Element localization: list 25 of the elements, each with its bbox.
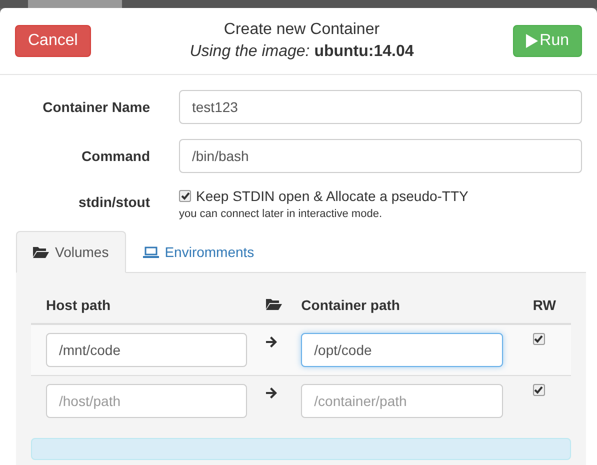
text-field[interactable]: /opt/code (301, 333, 503, 367)
text-field[interactable]: test123 (179, 90, 582, 124)
field-label: stdin/stout (77, 194, 150, 210)
checkbox[interactable] (532, 333, 545, 345)
right-arrow-icon (266, 336, 278, 348)
dialog-subtitle: Using the image: ubuntu:14.04 (190, 42, 414, 62)
laptop-icon (142, 246, 159, 258)
checkbox-label: Keep STDIN open & Allocate a pseudo-TTY (196, 188, 468, 204)
checkbox[interactable] (179, 190, 191, 202)
help-text: you can connect later in interactive mode. (179, 208, 384, 220)
field-label: Command (80, 148, 150, 164)
tab[interactable]: Volumes (16, 231, 126, 273)
cancel-button[interactable]: Cancel (15, 25, 91, 57)
right-arrow-icon (266, 387, 278, 399)
text-field[interactable]: /mnt/code (46, 333, 248, 367)
tab[interactable]: Enviromments (126, 231, 272, 273)
text-field[interactable]: /host/path (46, 384, 248, 418)
text-field[interactable]: /bin/bash (179, 139, 582, 173)
dialog-title: Create new Container (222, 20, 381, 40)
play-icon (526, 34, 538, 48)
text-field[interactable]: /container/path (301, 384, 503, 418)
checkbox[interactable] (532, 384, 545, 396)
field-label: Container Name (42, 99, 150, 115)
folder-icon (266, 298, 282, 310)
folder-icon (33, 246, 49, 258)
